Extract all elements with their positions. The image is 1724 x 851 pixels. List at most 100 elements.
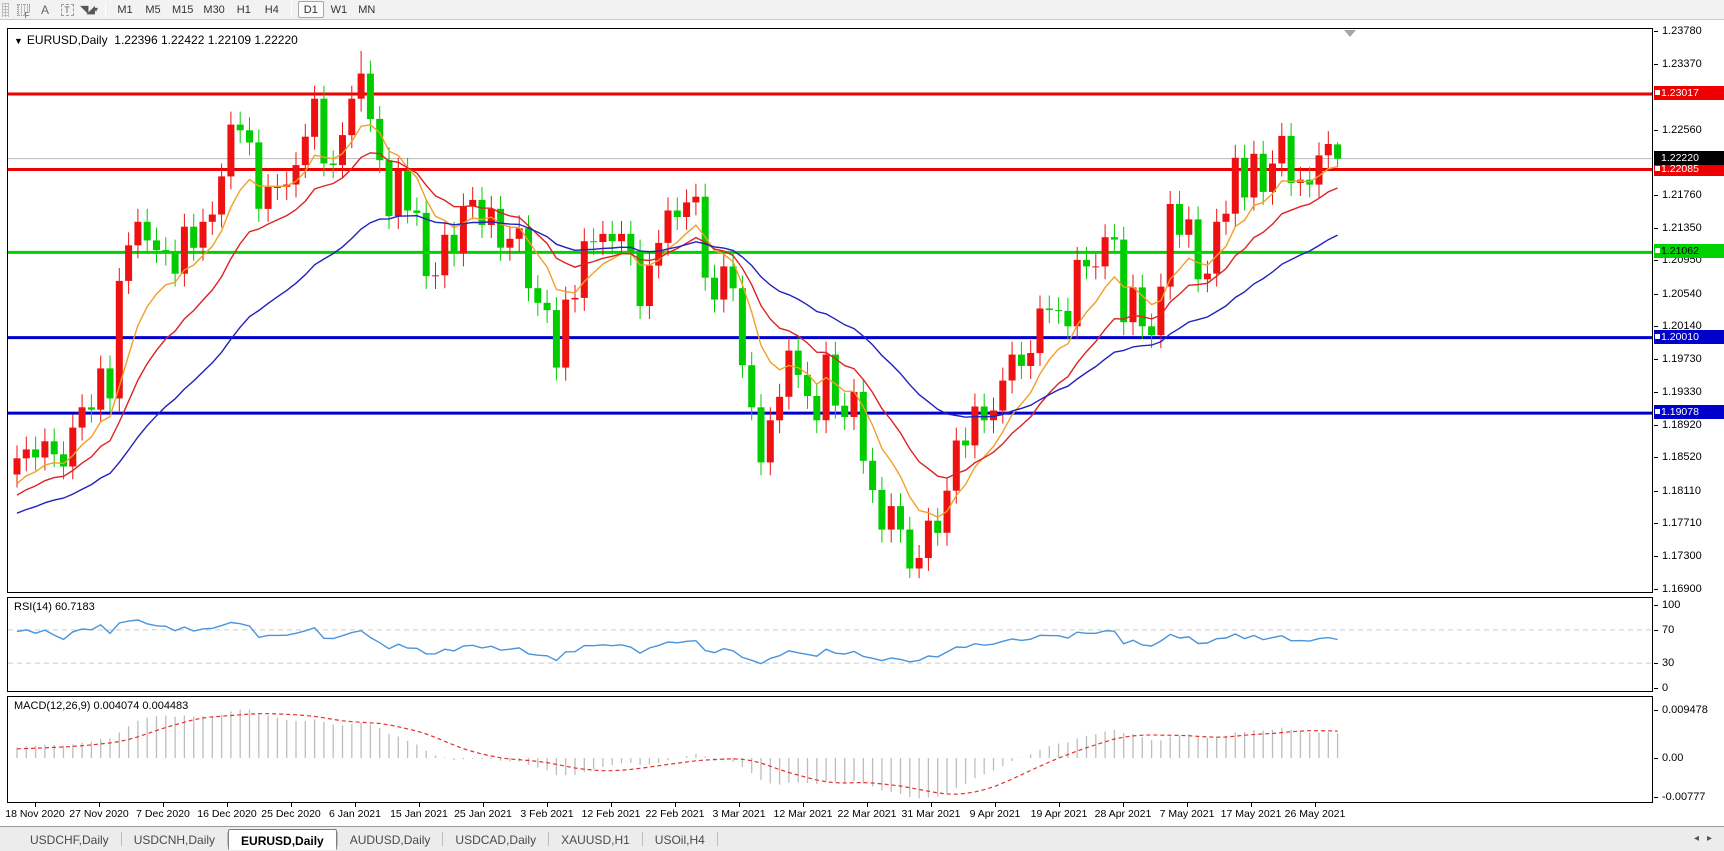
- chart-shift-marker-icon[interactable]: [1344, 30, 1356, 37]
- timeframe-button-m1[interactable]: M1: [112, 1, 138, 18]
- rsi-line: [16, 619, 1338, 665]
- chevron-down-icon[interactable]: ▼: [14, 36, 23, 46]
- toolbar-drag-handle[interactable]: [2, 2, 9, 17]
- chart-tab-usoil[interactable]: USOil,H4: [643, 829, 717, 850]
- chart-tab-usdcnh[interactable]: USDCNH,Daily: [122, 829, 227, 850]
- timeframe-button-mn[interactable]: MN: [354, 1, 380, 18]
- level-handle[interactable]: [1654, 247, 1661, 254]
- price-tick: [1654, 457, 1658, 458]
- level-price-tag: 1.21062: [1654, 244, 1724, 258]
- level-handle[interactable]: [1654, 333, 1661, 340]
- macd-tick-label: -0.00777: [1662, 791, 1706, 803]
- rsi-tick-label: 30: [1662, 657, 1675, 669]
- date-tick: [419, 803, 420, 807]
- macd-tick: [1654, 797, 1658, 798]
- price-tick-label: 1.16900: [1662, 583, 1702, 595]
- chart-tab-audusd[interactable]: AUDUSD,Daily: [338, 829, 443, 850]
- price-tick: [1654, 195, 1658, 196]
- date-label: 12 Mar 2021: [773, 808, 833, 820]
- date-tick: [163, 803, 164, 807]
- timeframe-button-w1[interactable]: W1: [326, 1, 352, 18]
- chart-tab-xauusd[interactable]: XAUUSD,H1: [549, 829, 642, 850]
- text-label-icon[interactable]: T: [56, 2, 78, 18]
- date-label: 31 Mar 2021: [901, 808, 961, 820]
- price-tick: [1654, 228, 1658, 229]
- tab-separator: [716, 832, 718, 846]
- date-label: 12 Feb 2021: [581, 808, 641, 820]
- date-label: 3 Feb 2021: [520, 808, 574, 820]
- price-tick-label: 1.21760: [1662, 189, 1702, 201]
- price-tick: [1654, 589, 1658, 590]
- dropdown-caret-icon[interactable]: ▾: [94, 5, 98, 14]
- rsi-tick: [1654, 663, 1658, 664]
- level-price-tag: 1.20010: [1654, 330, 1724, 344]
- timeframe-button-m5[interactable]: M5: [140, 1, 166, 18]
- main-chart-pane[interactable]: ▼ EURUSD,Daily 1.22396 1.22422 1.22109 1.…: [7, 28, 1653, 593]
- timeframe-button-m30[interactable]: M30: [199, 1, 228, 18]
- timeframe-button-h1[interactable]: H1: [231, 1, 257, 18]
- timeframe-button-m15[interactable]: M15: [168, 1, 197, 18]
- date-tick: [675, 803, 676, 807]
- price-tick: [1654, 326, 1658, 327]
- date-label: 26 May 2021: [1284, 808, 1346, 820]
- date-tick: [931, 803, 932, 807]
- date-tick: [995, 803, 996, 807]
- rsi-chart[interactable]: [8, 598, 1652, 691]
- macd-chart[interactable]: [8, 697, 1652, 802]
- rsi-label: RSI(14) 60.7183: [14, 601, 95, 613]
- price-tick: [1654, 491, 1658, 492]
- level-price-tag: 1.19078: [1654, 405, 1724, 419]
- price-tick-label: 1.21350: [1662, 222, 1702, 234]
- rsi-tick: [1654, 630, 1658, 631]
- timeframe-button-h4[interactable]: H4: [259, 1, 285, 18]
- cursor-objects-icon[interactable]: ◥◢ ▾: [78, 2, 100, 18]
- indicator-grid-icon[interactable]: F: [12, 2, 34, 19]
- macd-axis: 0.009478 0.00 -0.00777: [1654, 696, 1724, 803]
- tab-scroll-left-icon[interactable]: ◂: [1694, 833, 1707, 844]
- price-tick-label: 1.18110: [1662, 485, 1701, 497]
- price-tick: [1654, 260, 1658, 261]
- date-tick: [739, 803, 740, 807]
- date-tick: [355, 803, 356, 807]
- candlestick-chart[interactable]: [8, 29, 1652, 592]
- macd-pane[interactable]: MACD(12,26,9) 0.004074 0.004483: [7, 696, 1653, 803]
- date-tick: [1251, 803, 1252, 807]
- date-axis[interactable]: 18 Nov 2020 27 Nov 2020 7 Dec 2020 16 De…: [5, 803, 1724, 824]
- price-tick: [1654, 359, 1658, 360]
- chart-title: ▼ EURUSD,Daily 1.22396 1.22422 1.22109 1.…: [14, 33, 298, 47]
- level-price-tag: 1.23017: [1654, 86, 1724, 100]
- price-tick-label: 1.19330: [1662, 386, 1702, 398]
- level-handle[interactable]: [1654, 165, 1661, 172]
- rsi-pane[interactable]: RSI(14) 60.7183: [7, 597, 1653, 692]
- tab-scroll-right-icon[interactable]: ▸: [1707, 833, 1720, 844]
- date-label: 25 Dec 2020: [261, 808, 321, 820]
- price-tick-label: 1.23780: [1662, 25, 1702, 37]
- price-axis[interactable]: 1.237801.233701.229701.225601.221501.217…: [1654, 25, 1724, 595]
- date-tick: [867, 803, 868, 807]
- date-label: 3 Mar 2021: [712, 808, 766, 820]
- macd-label: MACD(12,26,9) 0.004074 0.004483: [14, 700, 189, 712]
- macd-tick: [1654, 710, 1658, 711]
- date-label: 28 Apr 2021: [1094, 808, 1152, 820]
- chart-tab-usdchf[interactable]: USDCHF,Daily: [18, 829, 121, 850]
- toolbar-separator: [290, 1, 292, 16]
- window-gap: [0, 20, 1724, 28]
- ohlc-values: 1.22396 1.22422 1.22109 1.22220: [114, 33, 298, 47]
- timeframe-button-d1[interactable]: D1: [297, 1, 324, 18]
- macd-tick-label: 0.009478: [1662, 704, 1708, 716]
- text-a-icon[interactable]: A: [34, 2, 56, 18]
- date-label: 16 Dec 2020: [197, 808, 257, 820]
- rsi-tick-label: 70: [1662, 624, 1675, 636]
- date-tick: [227, 803, 228, 807]
- date-tick: [483, 803, 484, 807]
- date-label: 7 Dec 2020: [136, 808, 190, 820]
- level-handle[interactable]: [1654, 89, 1661, 96]
- chart-tab-eurusd[interactable]: EURUSD,Daily: [228, 829, 337, 850]
- date-label: 22 Mar 2021: [837, 808, 897, 820]
- level-handle[interactable]: [1654, 408, 1661, 415]
- ma-slow: [16, 214, 1338, 514]
- chart-tab-usdcad[interactable]: USDCAD,Daily: [443, 829, 548, 850]
- price-tick: [1654, 31, 1658, 32]
- bid-price-tag: 1.22220: [1654, 151, 1724, 165]
- price-tick-label: 1.20540: [1662, 288, 1702, 300]
